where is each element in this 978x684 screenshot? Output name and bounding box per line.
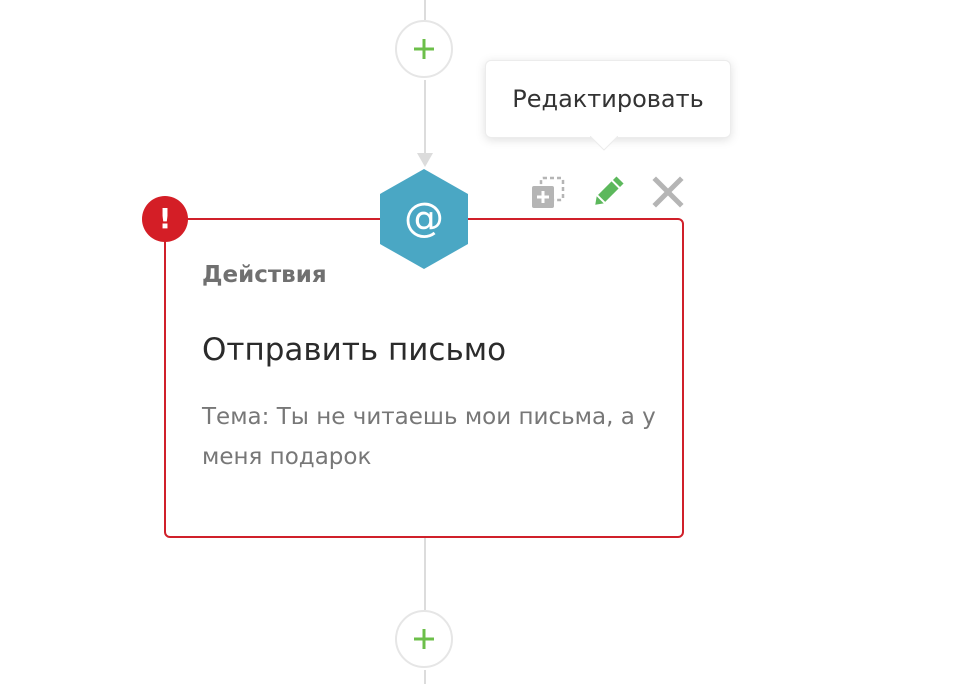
card-subject: Тема: Ты не читаешь мои письма, а у меня… <box>202 404 656 470</box>
flow-connector-top <box>424 0 426 20</box>
tooltip-arrow <box>590 136 618 151</box>
card-title: Отправить письмо <box>202 332 507 368</box>
tooltip-text: Редактировать <box>512 85 704 113</box>
connector-arrow-icon <box>417 153 433 167</box>
card-category: Действия <box>202 262 327 288</box>
at-sign-icon: @ <box>404 195 444 241</box>
flow-connector-bottom <box>424 538 426 610</box>
duplicate-icon[interactable] <box>531 176 565 210</box>
add-step-button-bottom[interactable] <box>395 610 453 668</box>
edit-tooltip: Редактировать <box>485 60 731 138</box>
flow-connector-end <box>424 670 426 684</box>
error-icon: ! <box>158 202 172 235</box>
plus-icon <box>414 629 434 649</box>
pencil-icon[interactable] <box>590 174 626 210</box>
add-step-button-top[interactable] <box>395 20 453 78</box>
email-action-icon: @ <box>380 169 468 269</box>
close-icon[interactable] <box>652 176 684 208</box>
plus-icon <box>414 39 434 59</box>
flow-connector-middle <box>424 80 426 154</box>
error-badge: ! <box>142 196 188 242</box>
